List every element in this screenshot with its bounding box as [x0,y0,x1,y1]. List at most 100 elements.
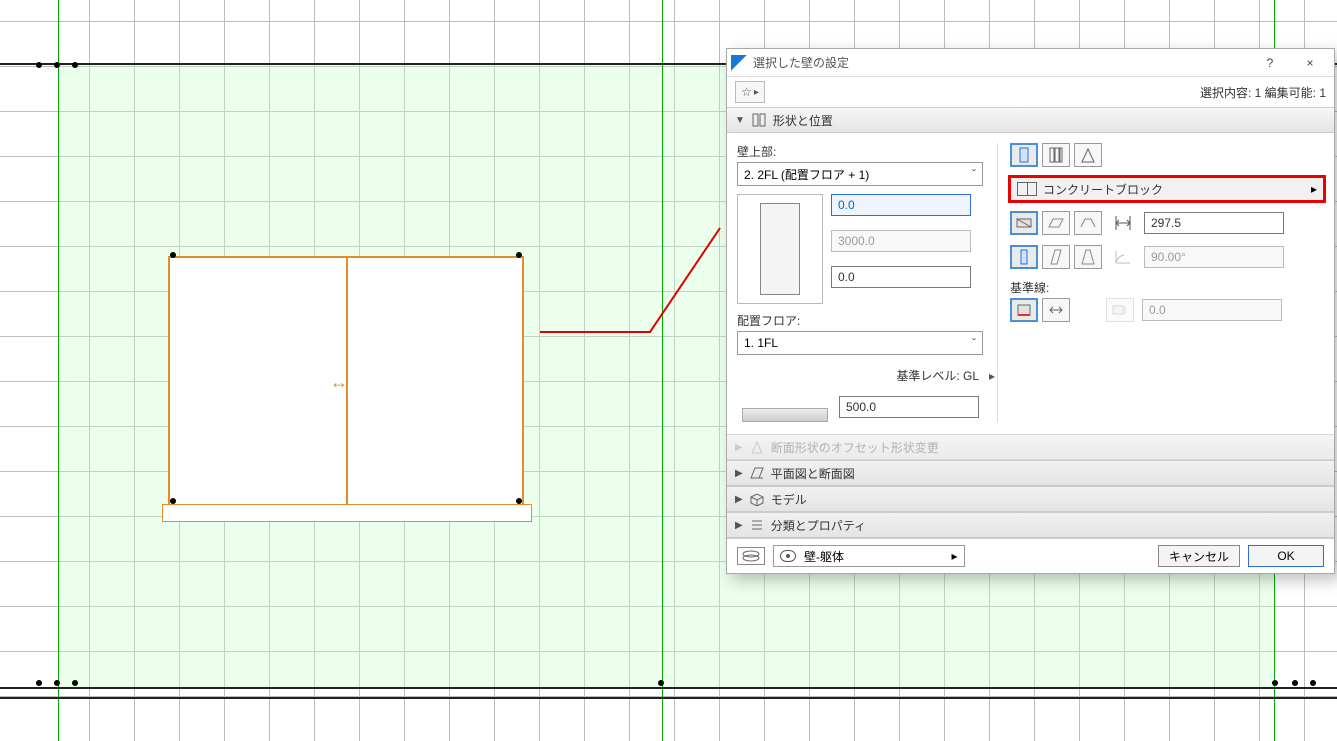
handle-icon[interactable] [54,62,60,68]
handle-icon[interactable] [1272,680,1278,686]
structure-composite-button[interactable] [1042,143,1070,167]
dialog-titlebar[interactable]: 選択した壁の設定 ? × [727,49,1334,77]
model-icon [749,492,765,506]
top-offset-value: 0.0 [838,198,855,212]
handle-icon[interactable] [36,680,42,686]
section-title: モデル [771,491,807,508]
structure-basic-button[interactable] [1010,143,1038,167]
archicad-icon [731,55,747,71]
expand-icon: ▶ [735,520,743,531]
guide-line [662,0,663,741]
guide-line [58,0,59,741]
section-model[interactable]: ▶ モデル [727,486,1334,512]
chevron-right-icon: ▸ [754,87,759,98]
opening-direction-icon: ↔ [330,372,348,393]
handle-icon[interactable] [72,680,78,686]
ref-level-value: 500.0 [846,400,876,414]
geometry-polygon-button[interactable] [1074,211,1102,235]
refline-offset-input: 0.0 [1142,299,1282,321]
geometry-straight-button[interactable] [1010,211,1038,235]
thickness-input[interactable]: 297.5 [1144,212,1284,234]
ref-level-icon [737,392,833,422]
angle-icon [1110,248,1136,266]
handle-icon[interactable] [1310,680,1316,686]
section-shape-position[interactable]: ▼ 形状と位置 [727,107,1334,133]
wall-preview-icon [737,194,823,304]
plan-vertical-button[interactable] [1010,245,1038,269]
angle-value: 90.00° [1151,250,1186,264]
plan-section-icon [749,466,765,480]
handle-icon[interactable] [516,498,522,504]
angle-input: 90.00° [1144,246,1284,268]
material-swatch-icon [1017,182,1037,196]
bottom-offset-value: 0.0 [838,270,855,284]
shape-icon [751,113,767,127]
collapse-icon: ▼ [735,115,745,126]
wall-top-value: 2. 2FL (配置フロア + 1) [744,166,869,183]
plan-double-slanted-button[interactable] [1074,245,1102,269]
floor-line [0,697,1337,699]
baseline-label: 基準線: [1010,279,1324,296]
layer-value: 壁-躯体 [804,548,844,565]
handle-icon[interactable] [658,680,664,686]
wall-top-select[interactable]: 2. 2FL (配置フロア + 1) ˇ [737,162,983,186]
help-button[interactable]: ? [1250,51,1290,75]
refline-offset-value: 0.0 [1149,303,1166,317]
thickness-value: 297.5 [1151,216,1181,230]
wall-edge-bottom [0,687,1337,689]
handle-icon[interactable] [170,252,176,258]
story-label: 配置フロア: [737,312,997,329]
dialog-footer: 壁-躯体 ▸ キャンセル OK [727,538,1334,573]
bottom-offset-input[interactable]: 0.0 [831,266,971,288]
handle-icon[interactable] [516,252,522,258]
star-icon: ☆ [741,85,752,99]
section-offset-profile[interactable]: ▶ 断面形状のオフセット形状変更 [727,434,1334,460]
section-classification[interactable]: ▶ 分類とプロパティ [727,512,1334,538]
wall-height-input[interactable]: 3000.0 [831,230,971,252]
building-material-value: コンクリートブロック [1043,181,1305,198]
ref-level-input[interactable]: 500.0 [839,396,979,418]
close-button[interactable]: × [1290,51,1330,75]
list-icon [749,518,765,532]
section-plan-section[interactable]: ▶ 平面図と断面図 [727,460,1334,486]
chevron-right-icon: ▸ [1311,182,1317,196]
building-material-select[interactable]: コンクリートブロック ▸ [1010,177,1324,201]
cancel-label: キャンセル [1169,548,1229,565]
profile-icon [749,440,765,454]
ref-level-label: 基準レベル: GL [737,367,979,384]
handle-icon[interactable] [1292,680,1298,686]
expand-icon: ▶ [735,494,743,505]
structure-profile-button[interactable] [1074,143,1102,167]
ok-label: OK [1277,549,1294,563]
handle-icon[interactable] [72,62,78,68]
dialog-title: 選択した壁の設定 [753,54,1250,71]
refline-flip-button[interactable] [1042,298,1070,322]
refline-position-button[interactable] [1010,298,1038,322]
home-story-value: 1. 1FL [744,336,778,350]
home-story-select[interactable]: 1. 1FL ˇ [737,331,983,355]
chevron-right-icon[interactable]: ▸ [987,369,997,383]
top-offset-input[interactable]: 0.0 [831,194,971,216]
geometry-trapezoid-button[interactable] [1042,211,1070,235]
thickness-icon [1110,214,1136,232]
eye-icon [780,550,796,562]
section-title: 分類とプロパティ [771,517,866,534]
favorites-button[interactable]: ☆ ▸ [735,81,765,103]
section-title: 断面形状のオフセット形状変更 [771,439,939,456]
structure-type-toggle [1010,143,1324,167]
chevron-down-icon: ˇ [972,336,976,350]
section-title: 形状と位置 [773,112,833,129]
wall-settings-dialog: 選択した壁の設定 ? × ☆ ▸ 選択内容: 1 編集可能: 1 ▼ 形状と位置… [726,48,1335,574]
handle-icon[interactable] [36,62,42,68]
layer-select[interactable]: 壁-躯体 ▸ [773,545,965,567]
cancel-button[interactable]: キャンセル [1158,545,1240,567]
selection-info: 選択内容: 1 編集可能: 1 [1200,84,1326,101]
expand-icon: ▶ [735,442,743,453]
handle-icon[interactable] [54,680,60,686]
layer-stack-icon [737,547,765,565]
wall-height-value: 3000.0 [838,234,875,248]
handle-icon[interactable] [170,498,176,504]
wall-top-label: 壁上部: [737,143,997,160]
plan-slanted-button[interactable] [1042,245,1070,269]
ok-button[interactable]: OK [1248,545,1324,567]
